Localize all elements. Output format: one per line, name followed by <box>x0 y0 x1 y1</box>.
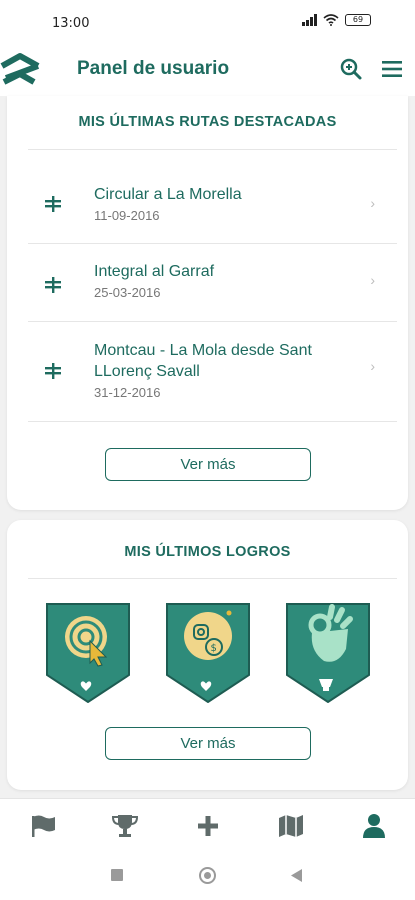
chevron-right-icon: › <box>370 358 375 374</box>
route-list-item[interactable]: Circular a La Morella 11-09-2016 › <box>28 150 397 243</box>
signpost-icon <box>45 363 61 379</box>
bottom-nav <box>0 798 415 850</box>
recents-button[interactable] <box>111 869 123 881</box>
routes-card: MIS ÚLTIMAS RUTAS DESTACADAS Circular a … <box>7 96 408 510</box>
route-name-line2: LLorenç Savall <box>94 363 200 380</box>
achievements-card: MIS ÚLTIMOS LOGROS $ Ver más <box>7 520 408 790</box>
route-date: 11-09-2016 <box>94 208 160 223</box>
chevron-right-icon: › <box>370 195 375 211</box>
divider <box>28 578 397 579</box>
routes-more-button[interactable]: Ver más <box>105 448 311 481</box>
wifi-icon <box>323 14 339 26</box>
svg-text:$: $ <box>211 643 217 654</box>
route-date: 25-03-2016 <box>94 285 161 300</box>
route-name: Integral al Garraf <box>94 263 215 280</box>
social-coins-badge[interactable]: $ <box>166 603 250 703</box>
app-header: Panel de usuario <box>0 44 415 96</box>
menu-icon[interactable] <box>381 59 403 79</box>
plus-icon[interactable] <box>194 813 222 839</box>
route-name-line1: Montcau - La Mola desde Sant <box>94 342 312 359</box>
signpost-icon <box>45 196 61 212</box>
home-button[interactable] <box>199 867 216 884</box>
map-icon[interactable] <box>277 813 305 839</box>
signpost-icon <box>45 277 61 293</box>
achievements-section-title: MIS ÚLTIMOS LOGROS <box>124 544 291 560</box>
route-name: Circular a La Morella <box>94 186 242 203</box>
routes-section-title: MIS ÚLTIMAS RUTAS DESTACADAS <box>78 114 337 130</box>
logo-icon[interactable] <box>0 48 44 92</box>
route-list-item[interactable]: Montcau - La Mola desde Sant LLorenç Sav… <box>28 322 397 421</box>
status-time: 13:00 <box>52 16 90 31</box>
trophy-icon[interactable] <box>111 813 139 839</box>
back-button[interactable] <box>291 869 303 882</box>
ok-hand-badge[interactable] <box>286 603 370 703</box>
divider <box>28 421 397 422</box>
route-date: 31-12-2016 <box>94 385 161 400</box>
user-icon[interactable] <box>360 813 388 839</box>
route-list-item[interactable]: Integral al Garraf 25-03-2016 › <box>28 244 397 321</box>
chevron-right-icon: › <box>370 272 375 288</box>
page-title: Panel de usuario <box>77 58 230 79</box>
system-nav-bar <box>0 850 415 900</box>
battery-icon: 69 <box>345 14 371 26</box>
status-bar: 13:00 69 <box>0 0 415 44</box>
search-icon[interactable] <box>339 57 363 81</box>
achievements-more-button[interactable]: Ver más <box>105 727 311 760</box>
flag-icon[interactable] <box>30 813 58 839</box>
status-icons: 69 <box>302 14 371 26</box>
target-click-badge[interactable] <box>46 603 130 703</box>
signal-icon <box>302 14 317 26</box>
